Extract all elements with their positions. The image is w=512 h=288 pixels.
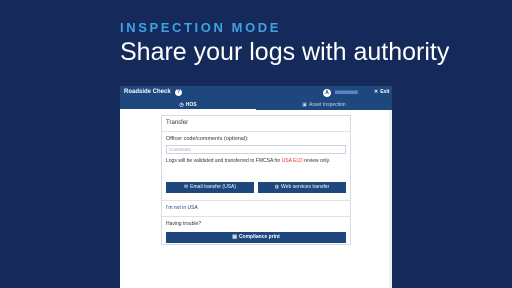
divider [162,131,350,132]
promo-headline: Share your logs with authority [120,38,450,66]
email-transfer-button[interactable]: ✉ Email transfer (USA) [166,182,254,193]
close-icon: ✕ [374,89,379,95]
user-name-redacted: ████████ [335,90,358,94]
app-bar: Roadside Check ? A ████████ ✕ Exit ◷ HOS ▣… [120,86,392,110]
clock-icon: ◷ [179,102,184,108]
not-in-usa-link[interactable]: I'm not in USA [166,205,198,211]
document-icon: ▤ [232,234,237,240]
globe-icon: ◍ [274,184,280,190]
promo-kicker: INSPECTION MODE [120,20,282,35]
inspection-icon: ▣ [302,102,308,108]
divider [162,216,350,217]
exit-button[interactable]: ✕ Exit [374,89,389,95]
scrollbar[interactable] [389,110,392,288]
tab-hos[interactable]: ◷ HOS [120,101,256,110]
avatar[interactable]: A [323,89,331,97]
web-services-transfer-button[interactable]: ◍ Web services transfer [258,182,346,193]
envelope-icon: ✉ [183,184,189,190]
card-title: Transfer [166,120,189,126]
trouble-text: Having trouble? [166,221,202,227]
comments-input[interactable] [166,145,346,154]
divider [162,200,350,201]
transfer-card: Transfer Officer code/comments (optional… [161,115,351,245]
transfer-note: Logs will be validated and transferred t… [166,158,331,164]
usa-eld-highlight: USA ELD [281,158,303,164]
compliance-print-button[interactable]: ▤ Compliance print [166,232,346,243]
app-window: Roadside Check ? A ████████ ✕ Exit ◷ HOS ▣… [120,86,392,288]
app-title: Roadside Check [124,89,171,95]
comments-label: Officer code/comments (optional): [166,136,249,142]
tab-asset-inspection[interactable]: ▣ Asset Inspection [256,101,392,110]
help-icon[interactable]: ? [175,89,182,96]
